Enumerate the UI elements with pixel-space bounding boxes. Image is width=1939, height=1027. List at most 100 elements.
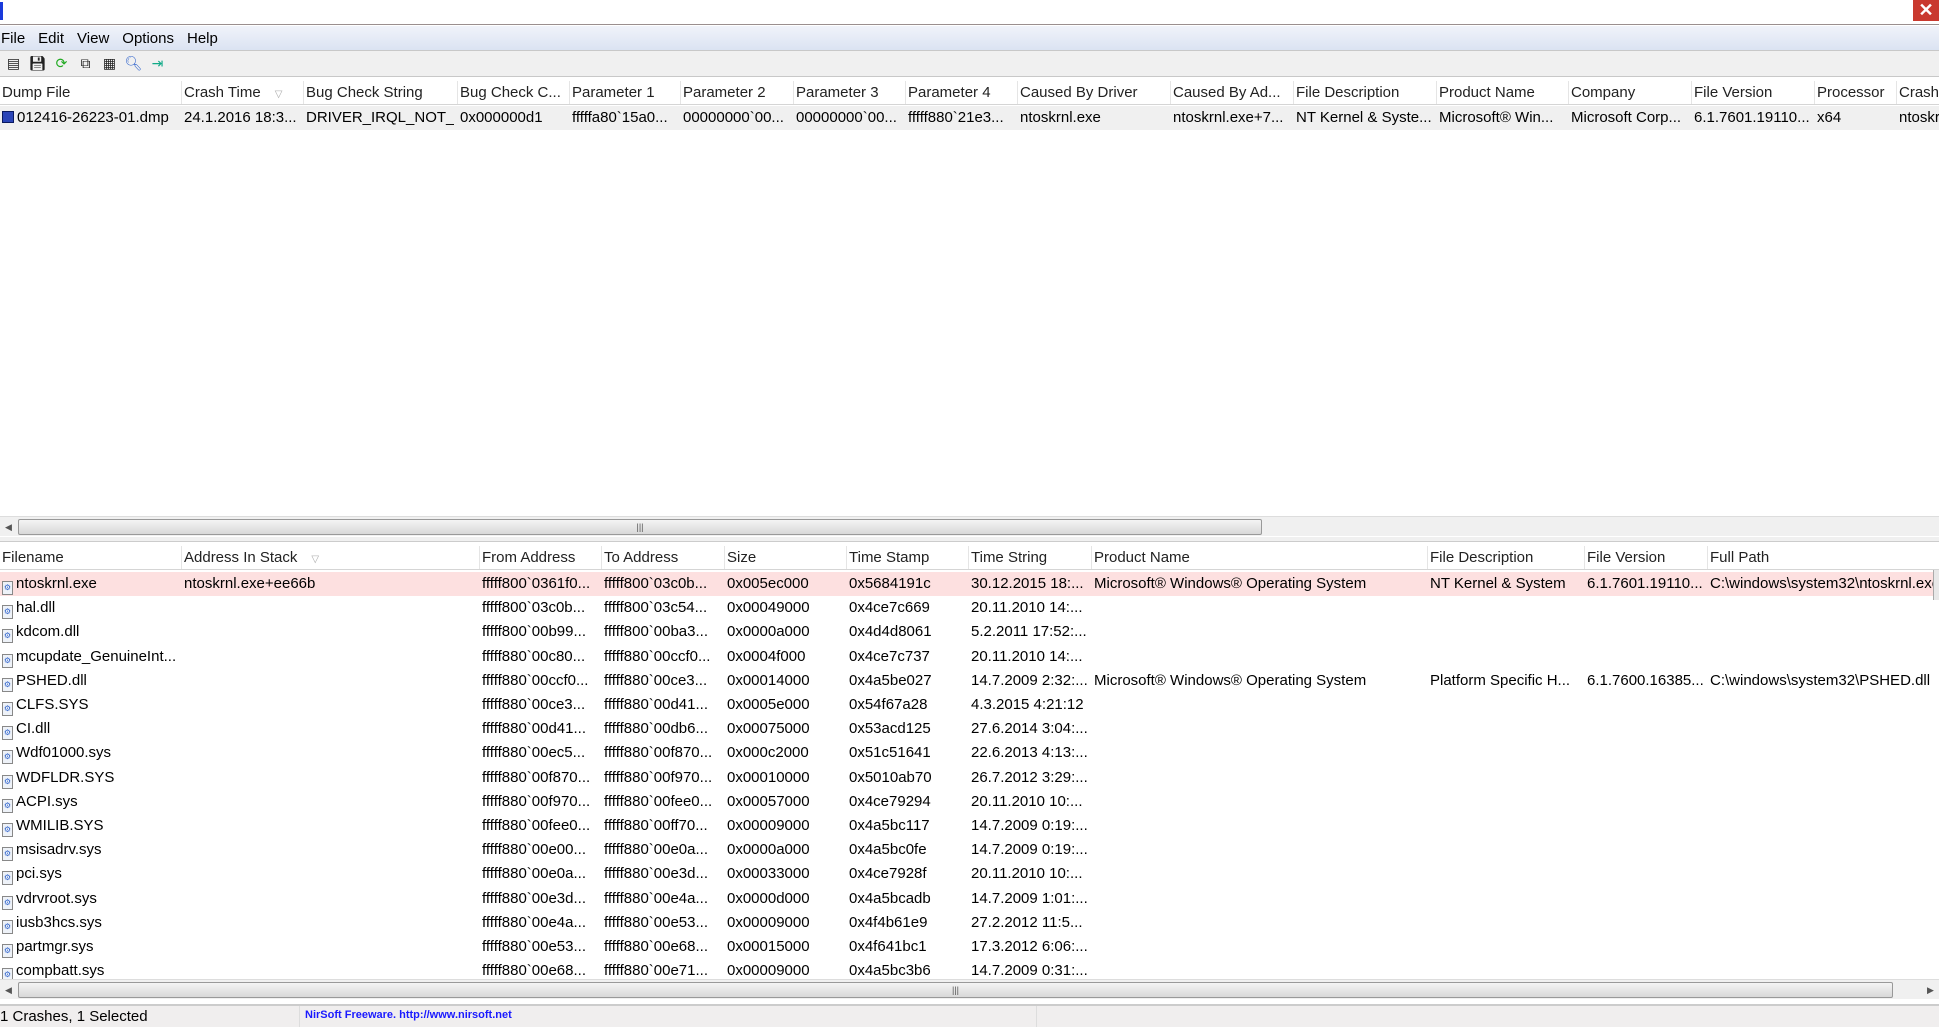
column-header[interactable]: Product Name: [1092, 546, 1428, 569]
column-header[interactable]: Company: [1569, 81, 1692, 104]
scroll-thumb[interactable]: |||: [18, 982, 1893, 998]
table-row[interactable]: ⚙ WDFLDR.SYS fffff880`00f870... fffff880`00…: [0, 766, 1939, 790]
table-cell: Microsoft® Win...: [1437, 106, 1565, 130]
file-icon: ⚙: [2, 823, 13, 837]
crash-list-hscrollbar[interactable]: ◀ |||: [0, 516, 1939, 536]
menu-file[interactable]: File: [0, 30, 31, 47]
table-row[interactable]: ⚙ msisadrv.sys fffff880`00e00... fffff880`0…: [0, 838, 1939, 862]
nirsoft-link[interactable]: NirSoft Freeware. http://www.nirsoft.net: [305, 1006, 1037, 1027]
table-cell: 00000000`00...: [794, 106, 902, 130]
column-header[interactable]: Time Stamp: [847, 546, 969, 569]
cell-text: 0x4a5bcadb: [849, 889, 931, 907]
cell-text: fffff880`00e3d...: [482, 889, 586, 907]
table-cell: [1428, 911, 1581, 935]
column-header[interactable]: Size: [725, 546, 847, 569]
cell-text: ACPI.sys: [16, 792, 78, 810]
cell-text: 6.1.7600.16385...: [1587, 671, 1704, 689]
table-row[interactable]: 012416-26223-01.dmp 24.1.2016 18:3... DRIV…: [0, 106, 1939, 130]
copy-icon[interactable]: ⧉: [76, 54, 95, 73]
table-cell: [182, 717, 476, 741]
column-header[interactable]: Caused By Ad...: [1171, 81, 1294, 104]
find-icon[interactable]: 🔍︎: [124, 54, 143, 73]
scroll-thumb[interactable]: |||: [18, 519, 1262, 535]
column-header[interactable]: Dump File: [0, 81, 182, 104]
module-list[interactable]: Filename Address In Stack ▽ From Address To …: [0, 543, 1939, 980]
table-row[interactable]: ⚙ hal.dll fffff800`03c0b... fffff800`03c54.…: [0, 596, 1939, 620]
table-row[interactable]: ⚙ CLFS.SYS fffff880`00ce3... fffff880`00d41…: [0, 693, 1939, 717]
table-cell: [1092, 814, 1424, 838]
scroll-left-icon[interactable]: ◀: [0, 980, 17, 1000]
cell-text: 0x00014000: [727, 671, 810, 689]
column-header[interactable]: Bug Check String: [304, 81, 458, 104]
column-header-label: File Description: [1430, 549, 1534, 566]
column-header[interactable]: File Description: [1294, 81, 1437, 104]
menu-help[interactable]: Help: [186, 30, 224, 47]
column-header[interactable]: File Version: [1692, 81, 1815, 104]
close-icon[interactable]: ✕: [1913, 0, 1939, 21]
table-row[interactable]: ⚙ mcupdate_GenuineInt... fffff880`00c80...…: [0, 645, 1939, 669]
column-header[interactable]: Crash Time ▽: [182, 81, 304, 104]
cell-text: 26.7.2012 3:29:...: [971, 768, 1088, 786]
table-row[interactable]: ⚙ WMILIB.SYS fffff880`00fee0... fffff880`00…: [0, 814, 1939, 838]
column-header[interactable]: To Address: [602, 546, 725, 569]
table-cell: ⚙ WMILIB.SYS: [0, 814, 178, 838]
crash-list[interactable]: Dump File Crash Time ▽ Bug Check String Bug …: [0, 78, 1939, 518]
cell-text: mcupdate_GenuineInt...: [16, 647, 177, 665]
column-header[interactable]: File Description: [1428, 546, 1585, 569]
table-cell: 012416-26223-01.dmp: [0, 106, 178, 130]
column-header[interactable]: Parameter 4: [906, 81, 1018, 104]
properties-icon[interactable]: ▤: [4, 54, 23, 73]
table-cell: 0x4f4b61e9: [847, 911, 965, 935]
table-cell: [1092, 741, 1424, 765]
table-cell: [1092, 693, 1424, 717]
column-header[interactable]: Parameter 3: [794, 81, 906, 104]
column-header-label: Caused By Ad...: [1173, 84, 1281, 101]
scroll-right-icon[interactable]: ▶: [1922, 980, 1939, 1000]
table-row[interactable]: ⚙ kdcom.dll fffff800`00b99... fffff800`00ba…: [0, 620, 1939, 644]
column-header[interactable]: Crash: [1897, 81, 1939, 104]
table-row[interactable]: ⚙ Wdf01000.sys fffff880`00ec5... fffff880`0…: [0, 741, 1939, 765]
exit-icon[interactable]: ⇥: [148, 54, 167, 73]
refresh-icon[interactable]: ⟳: [52, 54, 71, 73]
table-row[interactable]: ⚙ ntoskrnl.exe ntoskrnl.exe+ee66b fffff800`…: [0, 572, 1939, 596]
scroll-left-icon[interactable]: ◀: [0, 517, 17, 537]
table-cell: [1708, 790, 1939, 814]
cell-text: 14.7.2009 0:31:...: [971, 962, 1088, 980]
table-cell: [1428, 959, 1581, 980]
column-header[interactable]: Parameter 1: [570, 81, 681, 104]
column-header[interactable]: Time String: [969, 546, 1092, 569]
table-row[interactable]: ⚙ CI.dll fffff880`00d41... fffff880`00db6..…: [0, 717, 1939, 741]
table-row[interactable]: ⚙ ACPI.sys fffff880`00f970... fffff880`00fe…: [0, 790, 1939, 814]
module-list-vscrollbar[interactable]: [1933, 570, 1939, 600]
html-report-icon[interactable]: ▦: [100, 54, 119, 73]
splitter[interactable]: [0, 537, 1939, 542]
column-header[interactable]: From Address: [480, 546, 602, 569]
column-header[interactable]: Parameter 2: [681, 81, 794, 104]
module-list-hscrollbar[interactable]: ◀ ||| ▶: [0, 979, 1939, 999]
table-row[interactable]: ⚙ pci.sys fffff880`00e0a... fffff880`00e3d.…: [0, 862, 1939, 886]
table-cell: [182, 935, 476, 959]
table-row[interactable]: ⚙ partmgr.sys fffff880`00e53... fffff880`00…: [0, 935, 1939, 959]
table-row[interactable]: ⚙ vdrvroot.sys fffff880`00e3d... fffff880`0…: [0, 887, 1939, 911]
table-row[interactable]: ⚙ iusb3hcs.sys fffff880`00e4a... fffff880`0…: [0, 911, 1939, 935]
column-header[interactable]: Processor: [1815, 81, 1897, 104]
column-header[interactable]: Filename: [0, 546, 182, 569]
table-row[interactable]: ⚙ PSHED.dll fffff880`00ccf0... fffff880`00c…: [0, 669, 1939, 693]
table-cell: NT Kernel & System: [1428, 572, 1581, 596]
column-header[interactable]: File Version: [1585, 546, 1708, 569]
column-header-label: Processor: [1817, 84, 1885, 101]
menu-options[interactable]: Options: [121, 30, 180, 47]
menu-view[interactable]: View: [76, 30, 115, 47]
column-header[interactable]: Product Name: [1437, 81, 1569, 104]
table-cell: 0x00049000: [725, 596, 843, 620]
column-header[interactable]: Bug Check C...: [458, 81, 570, 104]
menu-edit[interactable]: Edit: [37, 30, 70, 47]
column-header[interactable]: Caused By Driver: [1018, 81, 1171, 104]
save-icon[interactable]: 💾︎: [28, 54, 47, 73]
table-row[interactable]: ⚙ compbatt.sys fffff880`00e68... fffff880`0…: [0, 959, 1939, 980]
column-header[interactable]: Full Path: [1708, 546, 1939, 569]
cell-text: 0x0000a000: [727, 841, 810, 859]
column-header[interactable]: Address In Stack ▽: [182, 546, 480, 569]
table-cell: 14.7.2009 0:31:...: [969, 959, 1088, 980]
file-icon: ⚙: [2, 677, 13, 692]
